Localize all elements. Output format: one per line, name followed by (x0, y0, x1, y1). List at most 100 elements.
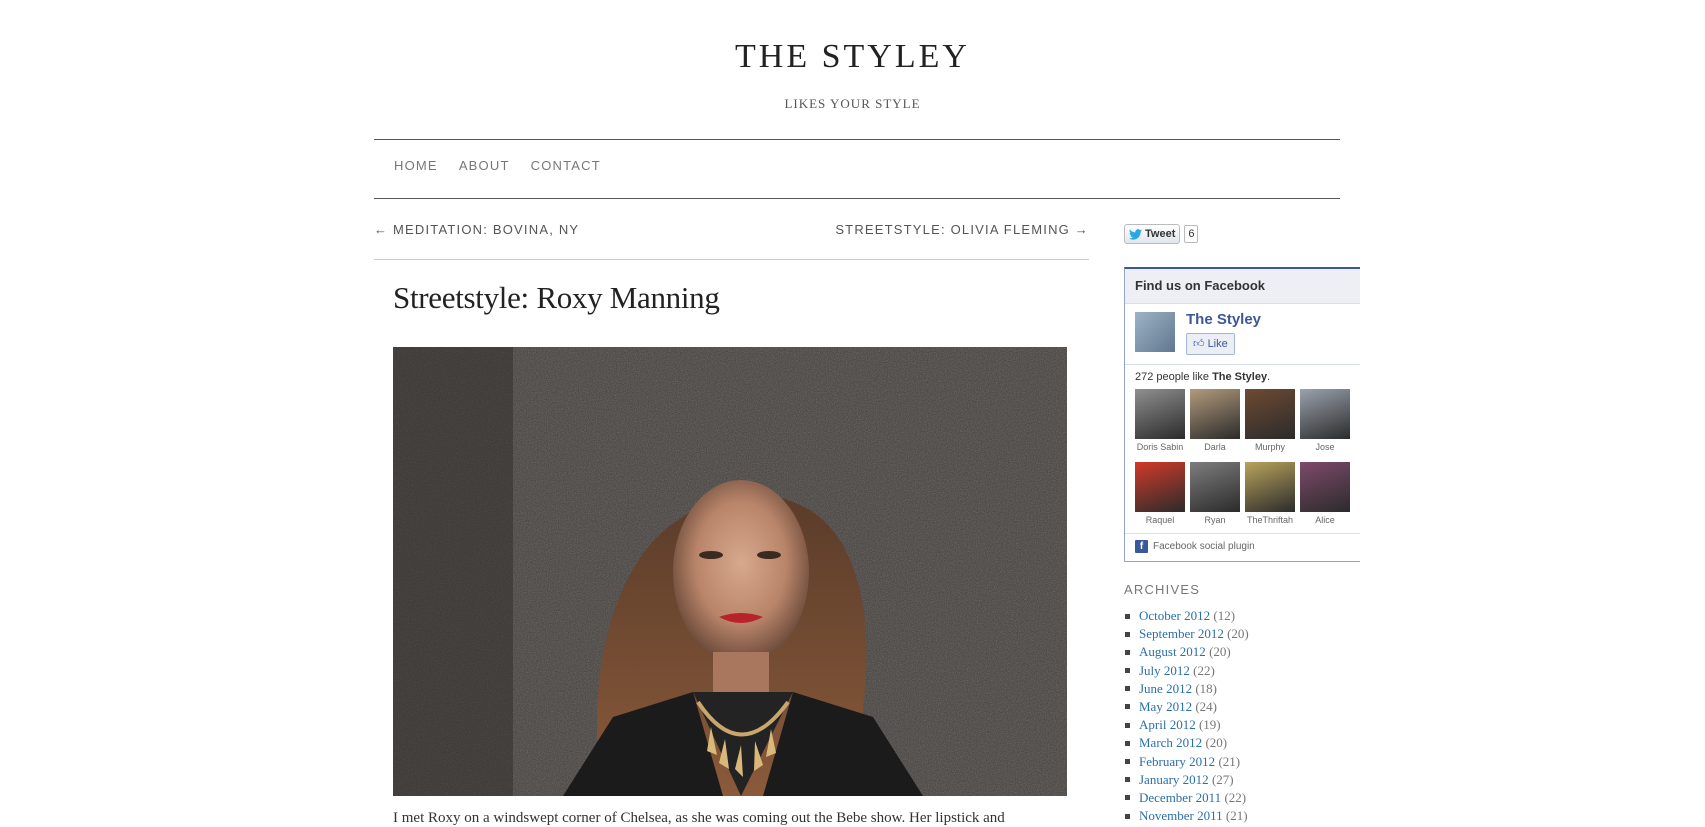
bullet-square-icon (1125, 777, 1130, 783)
bullet-square-icon (1125, 759, 1130, 765)
archive-link[interactable]: February 2012 (1139, 754, 1215, 769)
facebook-fan[interactable]: TheThriftah (1245, 462, 1295, 525)
facebook-page-name[interactable]: The Styley (1186, 311, 1261, 328)
next-post-link[interactable]: STREETSTYLE: OLIVIA FLEMING → (835, 222, 1089, 237)
facebook-footer-text[interactable]: Facebook social plugin (1153, 541, 1255, 552)
archive-link[interactable]: July 2012 (1139, 663, 1190, 678)
site-title[interactable]: THE STYLEY (0, 38, 1705, 76)
bullet-square-icon (1125, 631, 1130, 637)
fan-count-suffix: . (1267, 371, 1271, 383)
tweet-widget: Tweet 6 (1124, 224, 1199, 244)
facebook-logo-icon: f (1135, 540, 1148, 553)
post-intro: I met Roxy on a windswept corner of Chel… (393, 810, 1005, 826)
archive-count: (22) (1224, 789, 1247, 805)
facebook-fan-count: 272 people like The Styley. (1135, 371, 1270, 383)
thumbs-up-icon: 👍︎ (1193, 338, 1205, 350)
archive-link[interactable]: October 2012 (1139, 608, 1210, 623)
tweet-label: Tweet (1145, 228, 1176, 240)
archive-link[interactable]: August 2012 (1139, 644, 1206, 659)
fan-count-page: The Styley (1212, 371, 1268, 383)
fan-count-text: 272 people like (1135, 371, 1213, 383)
archive-count: (21) (1218, 753, 1241, 769)
facebook-fan-grid: Doris Sabin Darla Murphy Jose Raquel Ryan TheT… (1135, 389, 1355, 525)
fan-name: TheThriftah (1246, 515, 1294, 525)
archive-item: May 2012 (24) (1124, 698, 1249, 716)
archive-link[interactable]: March 2012 (1139, 735, 1202, 750)
fan-avatar[interactable] (1190, 389, 1240, 439)
facebook-fan[interactable]: Darla (1190, 389, 1240, 452)
archive-link[interactable]: January 2012 (1139, 772, 1209, 787)
archive-count: (20) (1209, 644, 1231, 660)
archive-link[interactable]: December 2011 (1139, 790, 1221, 805)
archive-item: September 2012 (20) (1124, 625, 1249, 643)
nav-home[interactable]: HOME (394, 158, 438, 173)
fan-name: Doris Sabin (1136, 442, 1184, 452)
twitter-bird-icon (1129, 228, 1142, 240)
facebook-footer: f Facebook social plugin (1135, 540, 1255, 553)
bullet-square-icon (1125, 649, 1130, 655)
facebook-box-header: Find us on Facebook (1125, 269, 1360, 304)
archive-item: November 2011 (21) (1124, 807, 1249, 825)
bullet-square-icon (1125, 668, 1130, 674)
facebook-fan[interactable]: Ryan (1190, 462, 1240, 525)
archive-item: January 2012 (27) (1124, 771, 1249, 789)
archive-link[interactable]: June 2012 (1139, 681, 1192, 696)
archives-heading: ARCHIVES (1124, 582, 1201, 597)
fan-avatar[interactable] (1135, 462, 1185, 512)
facebook-like-button[interactable]: 👍︎ Like (1186, 333, 1235, 355)
archive-count: (19) (1198, 717, 1221, 733)
bullet-square-icon (1125, 613, 1130, 619)
bullet-square-icon (1125, 740, 1130, 746)
nav-divider (374, 198, 1340, 199)
header-divider (374, 139, 1340, 140)
bullet-square-icon (1125, 813, 1130, 819)
fan-name: Darla (1204, 442, 1226, 452)
prev-post-link[interactable]: ← MEDITATION: BOVINA, NY (374, 222, 579, 237)
archive-count: (22) (1193, 662, 1215, 678)
archive-item: August 2012 (20) (1124, 643, 1249, 661)
archive-count: (24) (1195, 698, 1218, 714)
tweet-button[interactable]: Tweet (1124, 224, 1181, 244)
facebook-divider (1125, 364, 1360, 365)
site-tagline: LIKES YOUR STYLE (784, 96, 921, 111)
post-title: Streetstyle: Roxy Manning (393, 280, 720, 315)
archive-count: (12) (1213, 608, 1236, 623)
post-nav-divider (374, 259, 1089, 260)
fan-name: Ryan (1204, 515, 1226, 525)
fan-avatar[interactable] (1190, 462, 1240, 512)
nav-about[interactable]: ABOUT (459, 158, 510, 173)
facebook-fan[interactable]: Jose (1300, 389, 1350, 452)
archive-count: (18) (1195, 680, 1218, 696)
archive-link[interactable]: September 2012 (1139, 626, 1224, 641)
fan-name: Jose (1315, 442, 1335, 452)
fan-avatar[interactable] (1135, 389, 1185, 439)
facebook-fan[interactable]: Murphy (1245, 389, 1295, 452)
fan-avatar[interactable] (1245, 389, 1295, 439)
bullet-square-icon (1125, 722, 1130, 728)
facebook-fan[interactable]: Alice (1300, 462, 1350, 525)
fan-avatar[interactable] (1300, 462, 1350, 512)
archive-link[interactable]: May 2012 (1139, 699, 1192, 714)
facebook-like-box: Find us on Facebook The Styley 👍︎ Like 2… (1124, 267, 1360, 562)
facebook-fan[interactable]: Raquel (1135, 462, 1185, 525)
archive-item: October 2012 (12) (1124, 607, 1249, 625)
facebook-fan[interactable]: Doris Sabin (1135, 389, 1185, 452)
fan-avatar[interactable] (1300, 389, 1350, 439)
main-nav: HOME ABOUT CONTACT (394, 158, 601, 173)
archive-count: (20) (1227, 626, 1249, 642)
bullet-square-icon (1125, 795, 1130, 801)
bullet-square-icon (1125, 704, 1130, 710)
fan-name: Raquel (1145, 515, 1175, 525)
facebook-footer-divider (1125, 533, 1360, 534)
archive-item: July 2012 (22) (1124, 662, 1249, 680)
nav-contact[interactable]: CONTACT (531, 158, 601, 173)
fan-avatar[interactable] (1245, 462, 1295, 512)
archive-item: December 2011 (22) (1124, 789, 1249, 807)
facebook-page-thumbnail[interactable] (1135, 312, 1175, 352)
facebook-like-label: Like (1207, 338, 1228, 350)
fan-name: Alice (1315, 515, 1335, 525)
archive-item: April 2012 (19) (1124, 716, 1249, 734)
archive-link[interactable]: April 2012 (1139, 717, 1196, 732)
archive-item: June 2012 (18) (1124, 680, 1249, 698)
archive-count: (27) (1211, 771, 1234, 787)
